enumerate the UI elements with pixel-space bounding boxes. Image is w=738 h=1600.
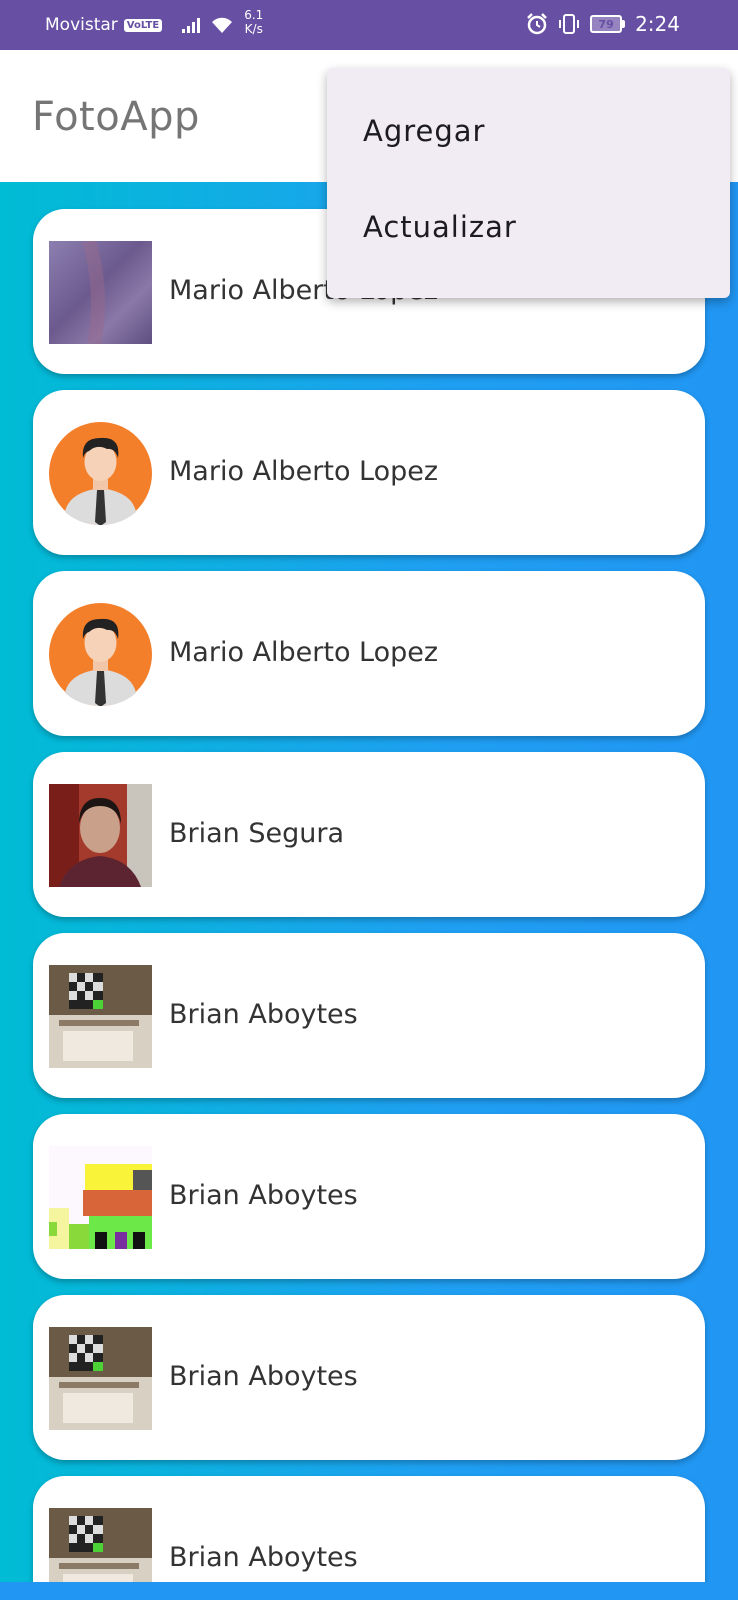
bottom-nav-bar bbox=[0, 1582, 738, 1600]
list-item[interactable]: Mario Alberto Lopez bbox=[33, 571, 705, 736]
volte-badge: VoLTE bbox=[123, 18, 163, 32]
contact-name: Brian Aboytes bbox=[169, 1542, 358, 1573]
status-left: Movistar VoLTE 6.1 K/s bbox=[45, 8, 263, 36]
menu-item-actualizar[interactable]: Actualizar bbox=[363, 210, 517, 244]
contact-name: Brian Aboytes bbox=[169, 999, 358, 1030]
list-item[interactable]: Brian Aboytes bbox=[33, 1476, 705, 1582]
status-bar: Movistar VoLTE 6.1 K/s 79 2:24 bbox=[0, 0, 738, 50]
contact-photo bbox=[49, 1327, 152, 1430]
list-item[interactable]: Brian Segura bbox=[33, 752, 705, 917]
contact-name: Mario Alberto Lopez bbox=[169, 456, 439, 487]
contact-list[interactable]: Mario Alberto Lopez Mario Alberto Lopez bbox=[0, 182, 738, 1582]
overflow-menu: Agregar Actualizar bbox=[327, 68, 730, 298]
network-speed-unit: K/s bbox=[244, 22, 263, 36]
contact-photo bbox=[49, 1146, 152, 1249]
menu-item-agregar[interactable]: Agregar bbox=[363, 114, 485, 148]
contact-photo bbox=[49, 784, 152, 887]
contact-name: Brian Aboytes bbox=[169, 1361, 358, 1392]
app-title: FotoApp bbox=[32, 94, 200, 140]
alarm-icon bbox=[527, 13, 547, 35]
carrier-name: Movistar bbox=[45, 15, 118, 35]
contact-photo bbox=[49, 965, 152, 1068]
default-avatar-icon bbox=[49, 603, 152, 706]
battery-level: 79 bbox=[590, 15, 623, 33]
battery-icon: 79 bbox=[590, 15, 626, 33]
network-speed: 6.1 K/s bbox=[244, 8, 263, 36]
list-item[interactable]: Brian Aboytes bbox=[33, 1114, 705, 1279]
contact-name: Brian Segura bbox=[169, 818, 345, 849]
default-avatar-icon bbox=[49, 422, 152, 525]
list-item[interactable]: Brian Aboytes bbox=[33, 933, 705, 1098]
list-item[interactable]: Brian Aboytes bbox=[33, 1295, 705, 1460]
contact-name: Mario Alberto Lopez bbox=[169, 637, 439, 668]
contact-name: Brian Aboytes bbox=[169, 1180, 358, 1211]
status-time: 2:24 bbox=[635, 12, 680, 36]
status-right: 79 2:24 bbox=[526, 12, 680, 36]
signal-icon bbox=[182, 17, 201, 33]
network-speed-value: 6.1 bbox=[244, 8, 264, 22]
contact-photo bbox=[49, 1508, 152, 1582]
contact-photo bbox=[49, 241, 152, 344]
vibrate-icon bbox=[559, 14, 580, 34]
list-item[interactable]: Mario Alberto Lopez bbox=[33, 390, 705, 555]
wifi-icon bbox=[212, 17, 233, 33]
